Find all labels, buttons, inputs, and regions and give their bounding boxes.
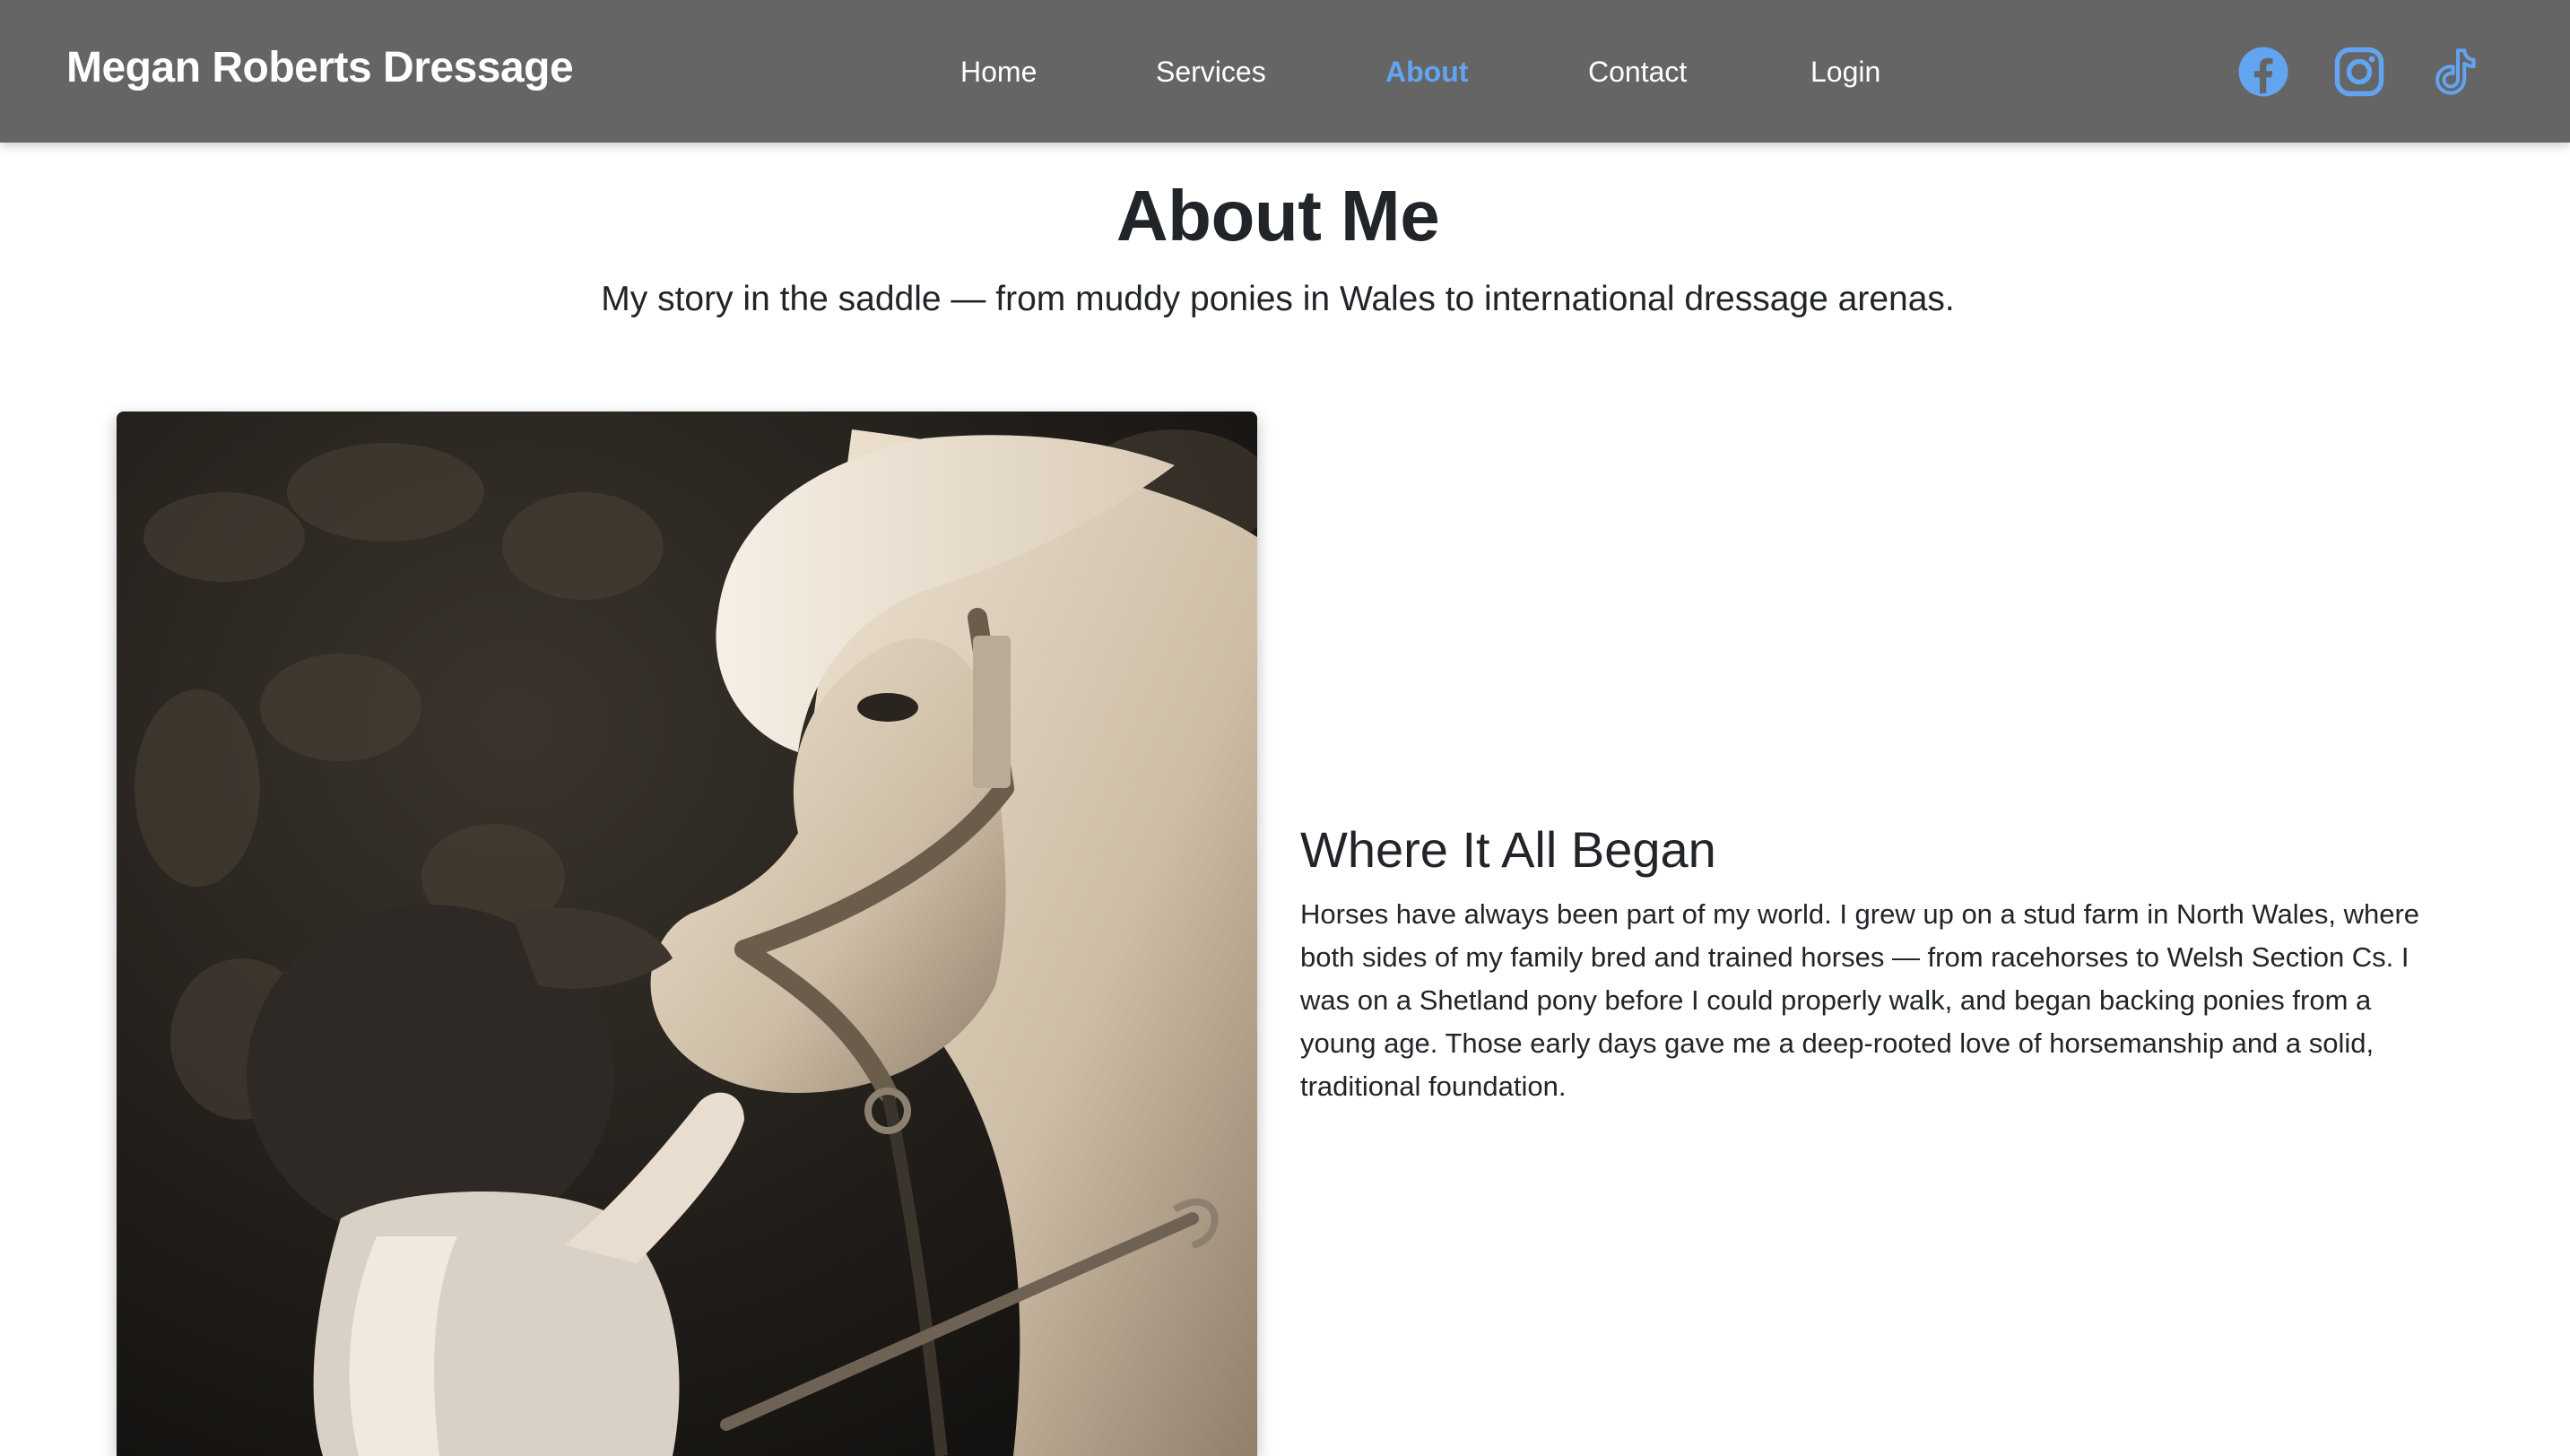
brand-logo-text[interactable]: Megan Roberts Dressage — [66, 43, 574, 92]
photo-illustration — [117, 412, 1257, 1456]
section-body: Horses have always been part of my world… — [1300, 898, 2420, 1102]
tiktok-icon[interactable] — [2429, 45, 2483, 99]
nav-link-contact[interactable]: Contact — [1588, 55, 1687, 89]
facebook-icon-graphic — [2238, 47, 2288, 97]
page-subtitle: My story in the saddle — from muddy poni… — [601, 280, 1955, 318]
instagram-icon-graphic — [2334, 47, 2384, 97]
nav-link-home[interactable]: Home — [960, 55, 1037, 89]
section-title: Where It All Began — [1300, 821, 1716, 878]
navbar: Megan Roberts Dressage Home Services Abo… — [0, 0, 2570, 143]
nav-link-services[interactable]: Services — [1156, 55, 1266, 89]
child-with-pony-photo — [117, 412, 1257, 1456]
instagram-icon[interactable] — [2332, 45, 2386, 99]
page-title: About Me — [1116, 176, 1440, 256]
nav-link-about[interactable]: About — [1385, 55, 1468, 89]
facebook-icon[interactable] — [2236, 45, 2290, 99]
nav-link-login[interactable]: Login — [1810, 55, 1880, 89]
tiktok-icon-graphic — [2435, 48, 2476, 95]
